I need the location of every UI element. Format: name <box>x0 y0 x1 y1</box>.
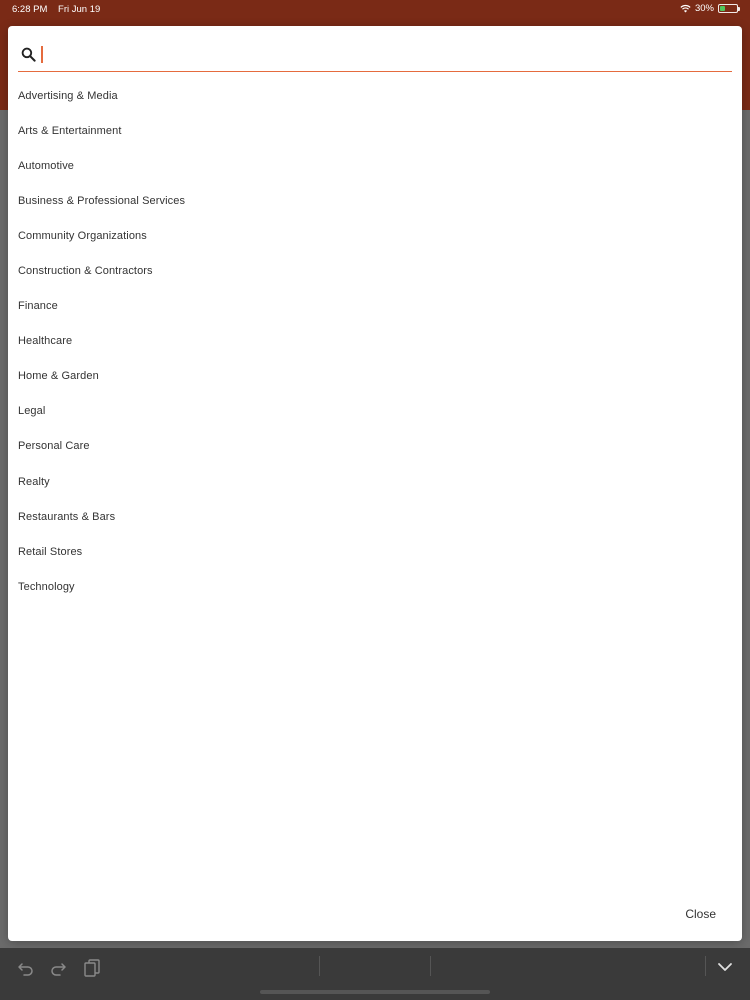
search-bar <box>18 40 732 72</box>
home-indicator <box>260 990 490 994</box>
category-list: Advertising & Media Arts & Entertainment… <box>8 78 742 604</box>
toolbar-divider <box>319 956 320 976</box>
undo-icon[interactable] <box>16 958 36 978</box>
list-item[interactable]: Retail Stores <box>8 534 742 569</box>
list-item[interactable]: Healthcare <box>8 324 742 359</box>
list-item[interactable]: Restaurants & Bars <box>8 499 742 534</box>
status-time: 6:28 PM <box>12 4 48 15</box>
battery-icon <box>718 4 740 13</box>
battery-fill <box>720 6 725 11</box>
status-date: Fri Jun 19 <box>58 4 101 15</box>
list-item[interactable]: Arts & Entertainment <box>8 113 742 148</box>
status-bar: 6:28 PM Fri Jun 19 30% <box>0 0 750 18</box>
list-item[interactable]: Construction & Contractors <box>8 253 742 288</box>
text-caret <box>41 46 43 63</box>
list-item[interactable]: Automotive <box>8 148 742 183</box>
list-item[interactable]: Advertising & Media <box>8 78 742 113</box>
search-input[interactable] <box>40 44 720 66</box>
paste-icon[interactable] <box>82 958 102 978</box>
wifi-icon <box>680 4 691 13</box>
list-item[interactable]: Technology <box>8 569 742 604</box>
list-item[interactable]: Finance <box>8 289 742 324</box>
close-button[interactable]: Close <box>685 907 716 921</box>
list-item[interactable]: Legal <box>8 394 742 429</box>
list-item[interactable]: Business & Professional Services <box>8 183 742 218</box>
toolbar-divider <box>430 956 431 976</box>
battery-percent: 30% <box>694 3 714 14</box>
list-item[interactable]: Personal Care <box>8 429 742 464</box>
status-right: 30% <box>680 3 740 14</box>
redo-icon[interactable] <box>48 958 68 978</box>
chevron-down-icon[interactable] <box>716 958 734 976</box>
list-item[interactable]: Home & Garden <box>8 359 742 394</box>
list-item[interactable]: Community Organizations <box>8 218 742 253</box>
status-left: 6:28 PM Fri Jun 19 <box>12 4 108 15</box>
search-icon <box>21 47 36 62</box>
toolbar-divider <box>705 956 706 976</box>
list-item[interactable]: Realty <box>8 464 742 499</box>
category-picker-modal: Advertising & Media Arts & Entertainment… <box>8 26 742 941</box>
